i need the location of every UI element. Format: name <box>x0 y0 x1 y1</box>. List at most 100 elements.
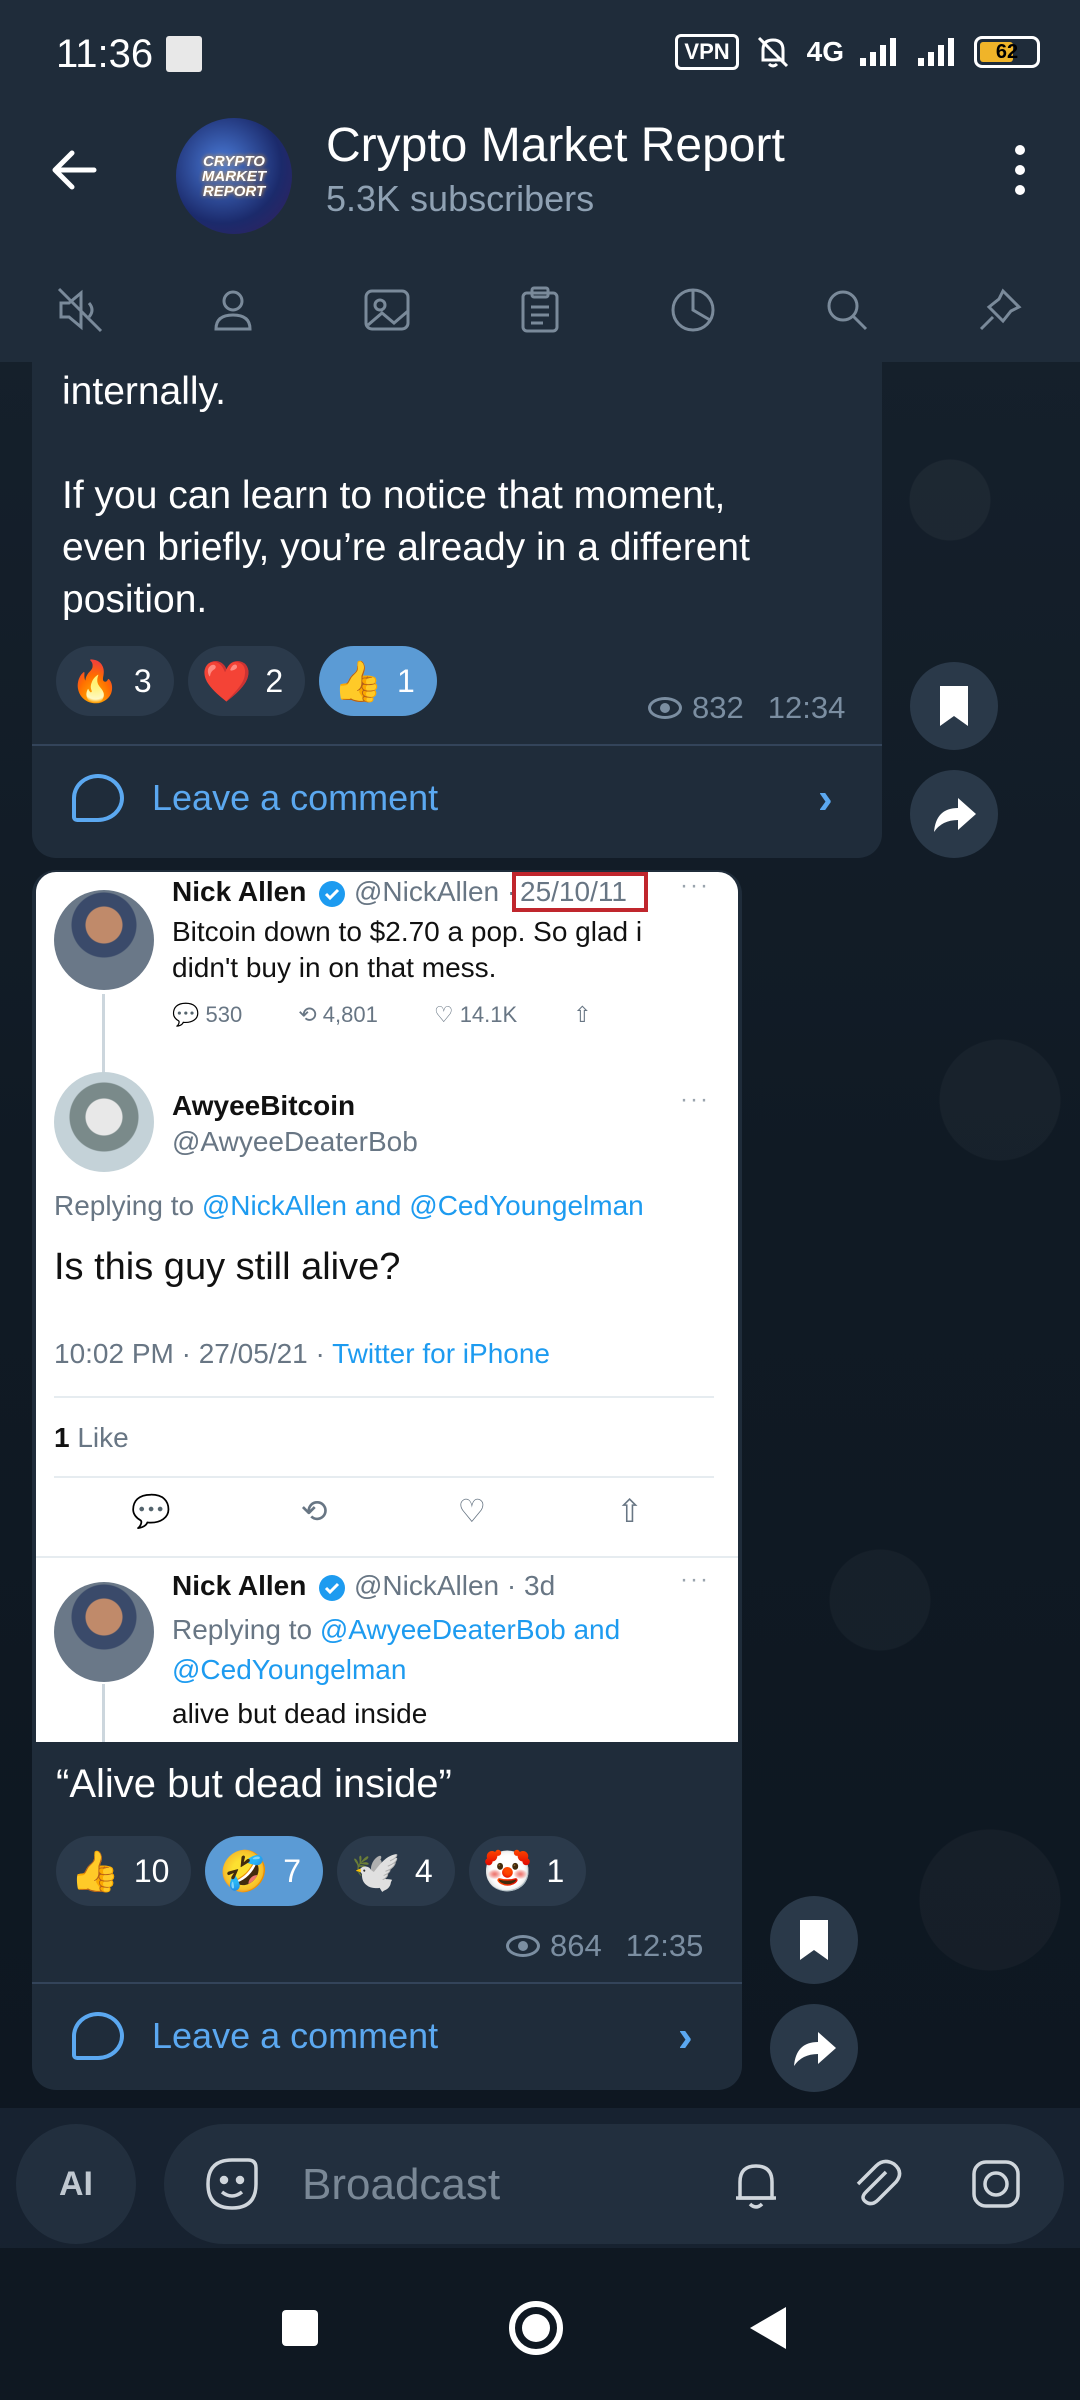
reply-count: 530 <box>205 1002 243 1027</box>
divider <box>54 1396 714 1398</box>
save-button[interactable] <box>770 1896 858 1984</box>
reaction-fire[interactable]: 🔥 3 <box>56 646 174 716</box>
camera-button[interactable] <box>964 2152 1028 2216</box>
verified-icon <box>319 881 345 907</box>
comment-icon <box>72 774 124 822</box>
bookmark-icon <box>800 1920 828 1960</box>
thumbs-up-icon: 👍 <box>70 1849 120 1894</box>
recents-button[interactable] <box>260 2288 340 2368</box>
reaction-rofl[interactable]: 🤣 7 <box>205 1836 324 1906</box>
reaction-dove[interactable]: 🕊️ 4 <box>337 1836 455 1906</box>
tweet-handle: @NickAllen · <box>354 876 517 907</box>
home-button[interactable] <box>496 2288 576 2368</box>
view-count: 864 <box>550 1928 602 1963</box>
reaction-count: 7 <box>283 1852 302 1889</box>
mention-link[interactable]: @CedYoungelman <box>172 1654 406 1685</box>
back-nav-button[interactable] <box>728 2288 808 2368</box>
divider <box>32 1982 742 1984</box>
person-icon[interactable] <box>193 270 273 350</box>
battery-icon: 62 <box>974 36 1040 68</box>
leave-comment-button[interactable]: Leave a comment <box>72 2012 438 2060</box>
subscriber-count: 5.3K subscribers <box>326 178 595 219</box>
reaction-count: 10 <box>133 1852 170 1889</box>
message-time: 12:34 <box>767 690 846 725</box>
chevron-right-icon: › <box>818 774 833 823</box>
image-icon[interactable] <box>347 270 427 350</box>
tweet-text: alive but dead inside <box>172 1698 428 1729</box>
message-caption: “Alive but dead inside” <box>56 1762 452 1806</box>
tweet-text: Bitcoin down to $2.70 a pop. So glad i d… <box>172 914 642 986</box>
avatar-text: CRYPTO MARKET REPORT <box>201 152 267 200</box>
instagram-camera-icon <box>972 2160 1020 2208</box>
retweet-stat: ⟲ 4,801 <box>298 1002 378 1027</box>
message-meta: 864 12:35 <box>506 1928 703 1964</box>
tweet-stats: 💬 530 ⟲ 4,801 ♡ 14.1K ⇧ <box>172 1002 592 1028</box>
message-line: internally. <box>62 370 227 413</box>
muted-speaker-icon[interactable] <box>40 270 120 350</box>
pie-chart-icon[interactable] <box>653 270 733 350</box>
save-button[interactable] <box>910 662 998 750</box>
mention-link[interactable]: @AwyeeDeaterBob and <box>320 1614 620 1645</box>
ai-button[interactable]: AI <box>16 2124 136 2244</box>
bell-muted-icon <box>757 36 788 68</box>
share-icon: ⇧ <box>573 1002 592 1027</box>
notifications-button[interactable] <box>724 2152 788 2216</box>
more-options-button[interactable] <box>1000 140 1040 200</box>
share-arrow-icon <box>934 798 976 832</box>
reaction-count: 1 <box>397 662 415 699</box>
comment-icon <box>72 2012 124 2060</box>
comment-label: Leave a comment <box>152 2015 439 2056</box>
tweet-timestamp: 10:02 PM · 27/05/21 · Twitter for iPhone <box>54 1338 550 1370</box>
view-count: 832 <box>692 690 744 725</box>
eye-icon <box>506 1935 540 1957</box>
message-line: even briefly, you’re already in a differ… <box>62 526 750 569</box>
replying-to: Replying to @NickAllen and @CedYoungelma… <box>54 1190 644 1222</box>
like-stat: ♡ 14.1K <box>433 1002 518 1027</box>
avatar <box>54 890 154 990</box>
avatar <box>54 1072 154 1172</box>
triangle-back-icon <box>750 2307 786 2349</box>
rofl-icon: 🤣 <box>219 1849 270 1894</box>
reaction-clown[interactable]: 🤡 1 <box>468 1836 587 1906</box>
mention-link[interactable]: @NickAllen and @CedYoungelman <box>202 1190 644 1221</box>
tweet-screenshot[interactable]: Nick Allen @NickAllen · 25/10/11 ··· Bit… <box>36 872 738 1742</box>
attach-button[interactable] <box>844 2152 908 2216</box>
share-button[interactable] <box>910 770 998 858</box>
signal-icon <box>860 38 896 66</box>
leave-comment-button[interactable]: Leave a comment <box>72 774 438 822</box>
pin-icon[interactable] <box>960 270 1040 350</box>
reaction-count: 2 <box>265 662 284 699</box>
eye-icon <box>648 697 682 719</box>
reaction-thumbs-up[interactable]: 👍 10 <box>56 1836 192 1906</box>
search-icon[interactable] <box>807 270 887 350</box>
comment-label: Leave a comment <box>152 777 439 818</box>
clipboard-icon[interactable] <box>500 270 580 350</box>
paperclip-icon <box>856 2159 902 2206</box>
dove-icon: 🕊️ <box>351 1849 401 1894</box>
sticker-button[interactable] <box>200 2152 264 2216</box>
channel-title[interactable]: Crypto Market Report <box>326 118 785 173</box>
message-input[interactable] <box>302 2150 722 2220</box>
message-line: If you can learn to notice that moment, <box>62 474 726 517</box>
notification-icon <box>166 36 202 72</box>
highlight-box <box>512 872 648 912</box>
channel-avatar[interactable]: CRYPTO MARKET REPORT <box>176 118 292 234</box>
message-line-blank <box>62 418 862 470</box>
like-summary: 1 Like <box>54 1422 129 1454</box>
verified-icon <box>319 1575 345 1601</box>
retweet-count: 4,801 <box>322 1002 378 1027</box>
reactions: 👍 10 🤣 7 🕊️ 4 🤡 1 <box>56 1836 587 1906</box>
back-button[interactable] <box>44 140 104 200</box>
divider <box>36 1556 738 1558</box>
source-link[interactable]: Twitter for iPhone <box>332 1338 550 1369</box>
signal-icon-2 <box>918 38 954 66</box>
tweet-author: Nick Allen <box>172 876 307 907</box>
message-meta: 832 12:34 <box>648 690 845 726</box>
input-pill <box>164 2124 1064 2244</box>
divider <box>54 1476 714 1478</box>
reaction-thumbs-up[interactable]: 👍 1 <box>319 646 437 716</box>
replying-label: Replying to <box>172 1614 313 1645</box>
divider <box>32 744 882 746</box>
share-button[interactable] <box>770 2004 858 2092</box>
reaction-heart[interactable]: ❤️ 2 <box>187 646 306 716</box>
